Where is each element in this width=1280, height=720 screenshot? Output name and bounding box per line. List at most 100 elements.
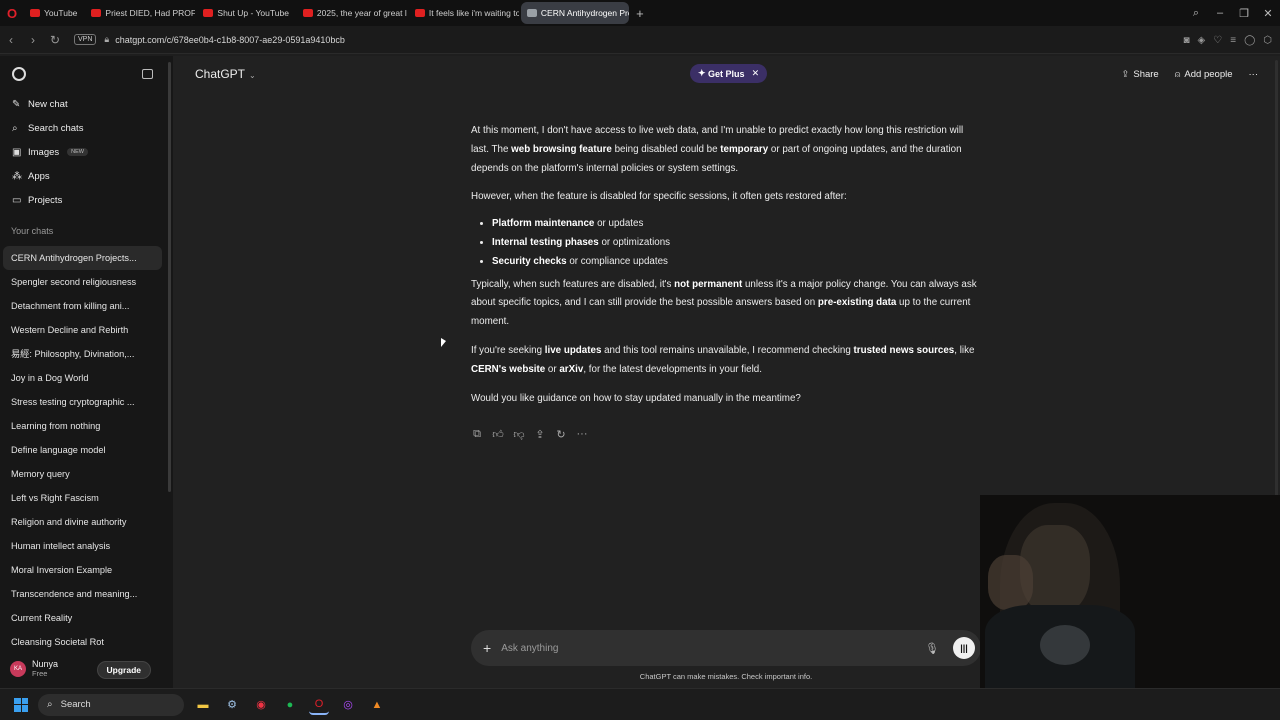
chat-history-item[interactable]: Detachment from killing ani... (0, 294, 160, 318)
browser-tab[interactable]: Priest DIED, Had PROFOUN (85, 2, 195, 24)
browser-tab[interactable]: CERN Antihydrogen Proje (520, 2, 629, 24)
chat-history-item[interactable]: Spengler second religiousness (0, 270, 160, 294)
minimize-button[interactable]: – (1208, 7, 1232, 19)
voice-mode-button[interactable]: ||| (953, 637, 975, 659)
tab-label: CERN Antihydrogen Proje (540, 8, 629, 18)
openai-logo-icon[interactable] (12, 67, 26, 81)
chat-history-item[interactable]: Current Reality (0, 606, 160, 630)
chat-history-item[interactable]: Human intellect analysis (0, 534, 160, 558)
tab-favicon-icon (30, 9, 40, 17)
more-icon[interactable]: ··· (576, 428, 588, 441)
browser-tab-bar: O YouTube Priest DIED, Had PROFOUN Shut Up… (0, 0, 1280, 26)
message-paragraph-3: Typically, when such features are disabl… (471, 278, 977, 328)
taskbar-search[interactable]: ⌕ Search (38, 693, 184, 716)
sidebar-item-search-chats[interactable]: ⌕ Search chats (0, 116, 173, 140)
steam-icon[interactable]: ⚙ (222, 695, 242, 715)
sidebar-scrollbar[interactable] (168, 62, 171, 492)
message-paragraph-1: At this moment, I don't have access to l… (471, 125, 964, 174)
browser-tab[interactable]: It feels like i'm waiting to d (409, 2, 519, 24)
prompt-input[interactable] (501, 642, 926, 654)
chat-history-item[interactable]: CERN Antihydrogen Projects... (3, 246, 162, 270)
close-window-button[interactable]: ✕ (1256, 7, 1280, 20)
chat-history-item[interactable]: Joy in a Dog World (0, 366, 160, 390)
sidebar-item-images[interactable]: ▣ Images NEW (0, 140, 173, 164)
chat-history-item[interactable]: Moral Inversion Example (0, 558, 160, 582)
chat-history-item[interactable]: Stress testing cryptographic ... (0, 390, 160, 414)
chat-history-item[interactable]: Western Decline and Rebirth (0, 318, 160, 342)
browser-tab[interactable]: YouTube (24, 2, 83, 24)
opera-icon[interactable]: O (309, 695, 329, 715)
spotify-icon[interactable]: ● (280, 695, 300, 715)
tab-label: Priest DIED, Had PROFOUN (105, 8, 196, 18)
chat-header: ChatGPT ⌄ ✦ Get Plus ✕ ⇪ Share ⍝ Add people … (173, 56, 1280, 92)
avatar[interactable]: KA (10, 661, 26, 677)
search-tabs-icon[interactable]: ⌕ (1184, 7, 1208, 20)
forward-button[interactable]: › (22, 33, 44, 47)
reload-button[interactable]: ↻ (44, 33, 66, 47)
heart-icon[interactable]: ♡ (1213, 35, 1222, 46)
upgrade-button[interactable]: Upgrade (96, 661, 151, 679)
copy-icon[interactable]: ⧉ (471, 428, 483, 441)
windows-taskbar: ⌕ Search ▬ ⚙ ◉ ● O ◎ ▲ (0, 688, 1280, 720)
sidebar-item-new-chat[interactable]: ✎ New chat (0, 92, 173, 116)
camera-icon[interactable]: ◙ (1184, 35, 1190, 46)
microphone-icon[interactable]: 🎙︎ (925, 642, 939, 655)
chat-history-item[interactable]: Transcendence and meaning... (0, 582, 160, 606)
user-plan: Free (32, 668, 48, 678)
lock-icon: 🔒︎ (104, 34, 110, 44)
url-field[interactable]: chatgpt.com/c/678ee0b4-c1b8-8007-ae29-05… (115, 35, 345, 45)
chrome-icon[interactable]: ◉ (251, 695, 271, 715)
search-icon: ⌕ (12, 122, 18, 134)
windows-start-icon[interactable] (14, 697, 28, 712)
thumbs-down-icon[interactable]: 👎︎ (513, 428, 525, 441)
get-plus-button[interactable]: ✦ Get Plus ✕ (690, 64, 768, 83)
chat-history-item[interactable]: Define language model (0, 438, 160, 462)
add-people-button[interactable]: ⍝ Add people (1175, 69, 1233, 80)
chat-history-item[interactable]: Religion and divine authority (0, 510, 160, 534)
mouse-cursor (441, 338, 446, 347)
message-paragraph-2: However, when the feature is disabled fo… (471, 191, 847, 203)
browser-tab[interactable]: Shut Up - YouTube (197, 2, 295, 24)
opera-menu-icon[interactable]: O (0, 0, 24, 26)
chat-history-item[interactable]: Left vs Right Fascism (0, 486, 160, 510)
sidebar-header (0, 56, 173, 92)
taskbar-search-label: Search (60, 699, 91, 710)
chat-history-item[interactable]: Cleansing Societal Rot (0, 630, 160, 654)
tab-favicon-icon (203, 9, 214, 17)
message-paragraph-5: Would you like guidance on how to stay u… (471, 392, 801, 404)
chat-history-item[interactable]: 易經: Philosophy, Divination,... (0, 342, 160, 366)
share-icon[interactable]: ⇪ (534, 428, 546, 441)
extensions-icon[interactable]: ⬡ (1263, 35, 1272, 46)
vpn-badge[interactable]: VPN (74, 34, 97, 45)
assistant-message: At this moment, I don't have access to l… (471, 122, 983, 418)
menu-icon[interactable]: ≡ (1230, 35, 1236, 46)
chat-history-item[interactable]: Learning from nothing (0, 414, 160, 438)
disclaimer: ChatGPT can make mistakes. Check importa… (639, 672, 813, 681)
back-button[interactable]: ‹ (0, 33, 22, 47)
new-tab-button[interactable]: + (631, 6, 649, 21)
image-icon: ▣ (12, 146, 22, 158)
chat-history-item[interactable]: Memory query (0, 462, 160, 486)
plus-icon[interactable]: + (483, 640, 491, 656)
model-name: ChatGPT (195, 67, 246, 81)
shield-icon[interactable]: ◈ (1198, 35, 1206, 46)
share-button[interactable]: ⇪ Share (1121, 69, 1158, 80)
thumbs-up-icon[interactable]: 👍︎ (492, 428, 504, 441)
window-controls: ⌕ – ❐ ✕ (1184, 0, 1280, 26)
close-icon[interactable]: ✕ (752, 68, 760, 79)
more-options-icon[interactable]: ··· (1249, 69, 1259, 80)
model-selector[interactable]: ChatGPT ⌄ (195, 67, 256, 81)
toggle-sidebar-icon[interactable] (142, 69, 153, 79)
maximize-button[interactable]: ❐ (1232, 7, 1256, 20)
browser-tab[interactable]: 2025, the year of great lea (297, 2, 407, 24)
user-profile[interactable]: KA Nunya Free Upgrade (0, 654, 173, 684)
file-explorer-icon[interactable]: ▬ (193, 695, 213, 715)
profile-icon[interactable]: ◯ (1244, 35, 1255, 46)
sidebar-item-label: Projects (28, 194, 63, 206)
tor-browser-icon[interactable]: ◎ (338, 695, 358, 715)
vlc-icon[interactable]: ▲ (367, 695, 387, 715)
regenerate-icon[interactable]: ↻ (555, 428, 567, 441)
sidebar-item-apps[interactable]: ⁂ Apps (0, 164, 173, 188)
sidebar: ✎ New chat ⌕ Search chats ▣ Images NEW ⁂ Apps ▭ Pr… (0, 56, 173, 688)
sidebar-item-projects[interactable]: ▭ Projects (0, 188, 173, 212)
